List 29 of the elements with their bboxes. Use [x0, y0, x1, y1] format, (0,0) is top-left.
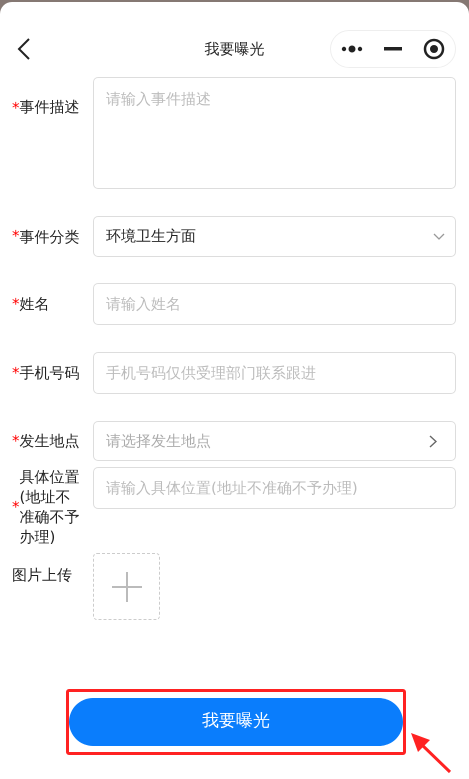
- more-icon[interactable]: [341, 45, 364, 53]
- field-label: 手机号码: [20, 363, 80, 383]
- description-field[interactable]: 请输入事件描述: [93, 77, 456, 189]
- chevron-down-icon: [433, 233, 445, 240]
- required-mark: *: [12, 294, 20, 315]
- required-mark: *: [12, 496, 20, 518]
- field-label: 事件描述: [20, 97, 80, 117]
- close-icon[interactable]: [422, 38, 445, 60]
- required-mark: *: [12, 362, 20, 384]
- chevron-right-icon: [429, 434, 437, 448]
- field-label: 具体位置(地址不准确不予办理): [20, 467, 80, 547]
- annotation-arrow: [411, 733, 452, 774]
- required-mark: *: [12, 430, 20, 452]
- field-label: 姓名: [20, 294, 50, 314]
- required-mark: *: [12, 98, 20, 119]
- plus-icon: [110, 570, 142, 602]
- minimize-icon[interactable]: [384, 47, 402, 51]
- select-field[interactable]: 环境卫生方面: [93, 216, 456, 257]
- field-label: 图片上传: [12, 565, 73, 585]
- required-mark: *: [12, 226, 20, 248]
- field-label: 事件分类: [20, 226, 80, 246]
- input-field[interactable]: 请输入姓名: [93, 283, 456, 325]
- page-title: 我要曝光: [204, 39, 264, 60]
- input-field[interactable]: 手机号码仅供受理部门联系跟进: [93, 352, 456, 394]
- field-label: 发生地点: [20, 431, 80, 451]
- picker-field[interactable]: 请选择发生地点: [93, 421, 456, 461]
- back-icon[interactable]: [16, 38, 32, 60]
- input-field[interactable]: 请输入具体位置(地址不准确不予办理): [93, 467, 456, 509]
- submit-button[interactable]: 我要曝光: [69, 698, 403, 746]
